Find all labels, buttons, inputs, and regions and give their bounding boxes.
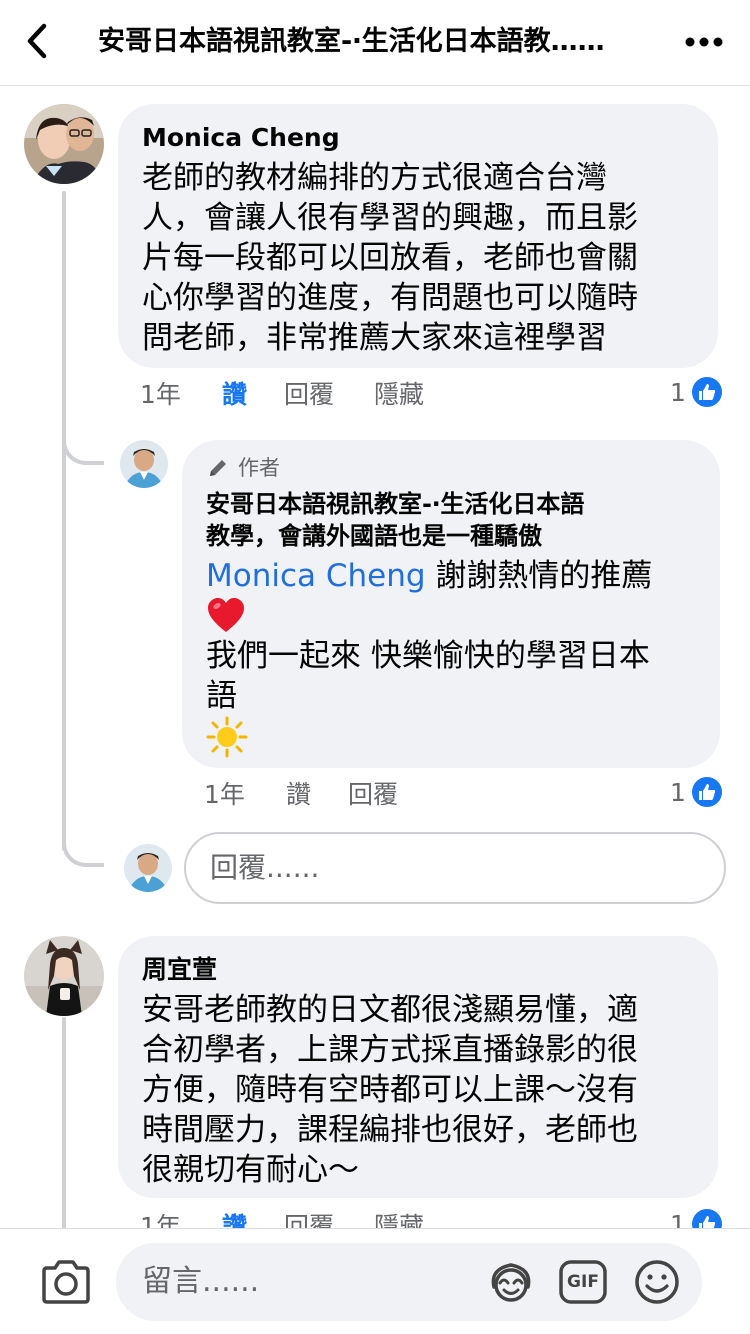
avatar-sticker-icon bbox=[491, 1263, 531, 1302]
thread-connector bbox=[62, 787, 104, 867]
more-dots-icon bbox=[685, 37, 723, 47]
thread-line bbox=[62, 191, 66, 851]
comment-text: 安哥老師教的日文都很淺顯易懂，適 合初學者，上課方式採直播錄影的很 方便，隨時有… bbox=[142, 992, 638, 1188]
reply-author[interactable]: 安哥日本語視訊教室-‧生活化日本語 教學，會講外國語也是一種驕傲 bbox=[206, 488, 696, 552]
reaction-count[interactable]: 1 bbox=[670, 375, 724, 409]
reply-bubble[interactable]: 作者 安哥日本語視訊教室-‧生活化日本語 教學，會講外國語也是一種驕傲 Moni… bbox=[182, 440, 720, 768]
comments-screen: 安哥日本語視訊教室-‧生活化日本語教…… Monica Cheng 老師的教材編… bbox=[0, 0, 750, 1334]
like-button[interactable]: 讚 bbox=[222, 379, 247, 411]
comment-time: 1年 bbox=[140, 1212, 181, 1228]
comment-bar: 留言...... GIF bbox=[0, 1228, 750, 1334]
like-button[interactable]: 讚 bbox=[222, 1211, 247, 1228]
reply-actions: 1年 讚 回覆 bbox=[204, 779, 444, 813]
reply-time: 1年 bbox=[204, 780, 245, 809]
thread-connector bbox=[62, 385, 104, 465]
author-badge: 作者 bbox=[206, 454, 696, 482]
reaction-count[interactable]: 1 bbox=[670, 775, 724, 809]
sun-icon bbox=[206, 716, 248, 758]
comment-author[interactable]: Monica Cheng bbox=[142, 122, 694, 154]
pencil-icon bbox=[210, 460, 226, 476]
comment-feed[interactable]: Monica Cheng 老師的教材編排的方式很適合台灣 人，會讓人很有學習的興… bbox=[0, 87, 750, 1228]
header: 安哥日本語視訊教室-‧生活化日本語教…… bbox=[0, 0, 750, 86]
mention-link[interactable]: Monica Cheng bbox=[206, 558, 426, 594]
reply-input[interactable]: 回覆...... bbox=[184, 832, 726, 904]
reply-button[interactable]: 回覆 bbox=[284, 1211, 334, 1228]
avatar[interactable] bbox=[120, 440, 168, 488]
comment-bubble[interactable]: Monica Cheng 老師的教材編排的方式很適合台灣 人，會讓人很有學習的興… bbox=[118, 104, 718, 368]
comment-actions: 1年 讚 回覆 隱藏 bbox=[140, 1211, 460, 1228]
comment-time: 1年 bbox=[140, 380, 181, 409]
avatar[interactable] bbox=[24, 104, 104, 184]
thread-line bbox=[62, 1017, 66, 1228]
avatar-sticker-button[interactable] bbox=[486, 1257, 536, 1307]
camera-button[interactable] bbox=[40, 1259, 92, 1305]
more-options-button[interactable] bbox=[676, 22, 732, 62]
avatar[interactable] bbox=[24, 936, 104, 1016]
emoji-button[interactable] bbox=[632, 1257, 682, 1307]
comment-bubble[interactable]: 周宜萱 安哥老師教的日文都很淺顯易懂，適 合初學者，上課方式採直播錄影的很 方便… bbox=[118, 936, 718, 1198]
thumbs-up-icon bbox=[689, 775, 724, 809]
comment-input-placeholder: 留言...... bbox=[142, 1264, 260, 1299]
comment-actions: 1年 讚 回覆 隱藏 bbox=[140, 379, 460, 413]
reply-button[interactable]: 回覆 bbox=[348, 779, 398, 811]
hide-button[interactable]: 隱藏 bbox=[374, 379, 424, 411]
avatar bbox=[124, 844, 172, 892]
thumbs-up-icon bbox=[689, 1207, 724, 1228]
reply-text: Monica Cheng 謝謝熱情的推薦 我們一起來 快樂愉快的學習日本 語 bbox=[206, 556, 696, 758]
heart-icon bbox=[208, 598, 244, 632]
back-button[interactable] bbox=[22, 20, 70, 64]
page-title: 安哥日本語視訊教室-‧生活化日本語教…… bbox=[98, 26, 605, 57]
comment-text: 老師的教材編排的方式很適合台灣 人，會讓人很有學習的興趣，而且影 片每一段都可以… bbox=[142, 160, 638, 356]
reaction-count[interactable]: 1 bbox=[670, 1207, 724, 1228]
comment-author[interactable]: 周宜萱 bbox=[142, 954, 694, 986]
back-arrow-icon bbox=[27, 23, 47, 59]
reply-button[interactable]: 回覆 bbox=[284, 379, 334, 411]
gif-label: GIF bbox=[567, 1272, 599, 1292]
thumbs-up-icon bbox=[689, 375, 724, 409]
camera-icon bbox=[42, 1260, 90, 1304]
like-button[interactable]: 讚 bbox=[286, 779, 311, 811]
hide-button[interactable]: 隱藏 bbox=[374, 1211, 424, 1228]
gif-button[interactable]: GIF bbox=[558, 1257, 608, 1307]
comment-input[interactable]: 留言...... bbox=[116, 1243, 702, 1321]
reply-input-placeholder: 回覆...... bbox=[210, 851, 320, 884]
smiley-icon bbox=[635, 1260, 679, 1304]
